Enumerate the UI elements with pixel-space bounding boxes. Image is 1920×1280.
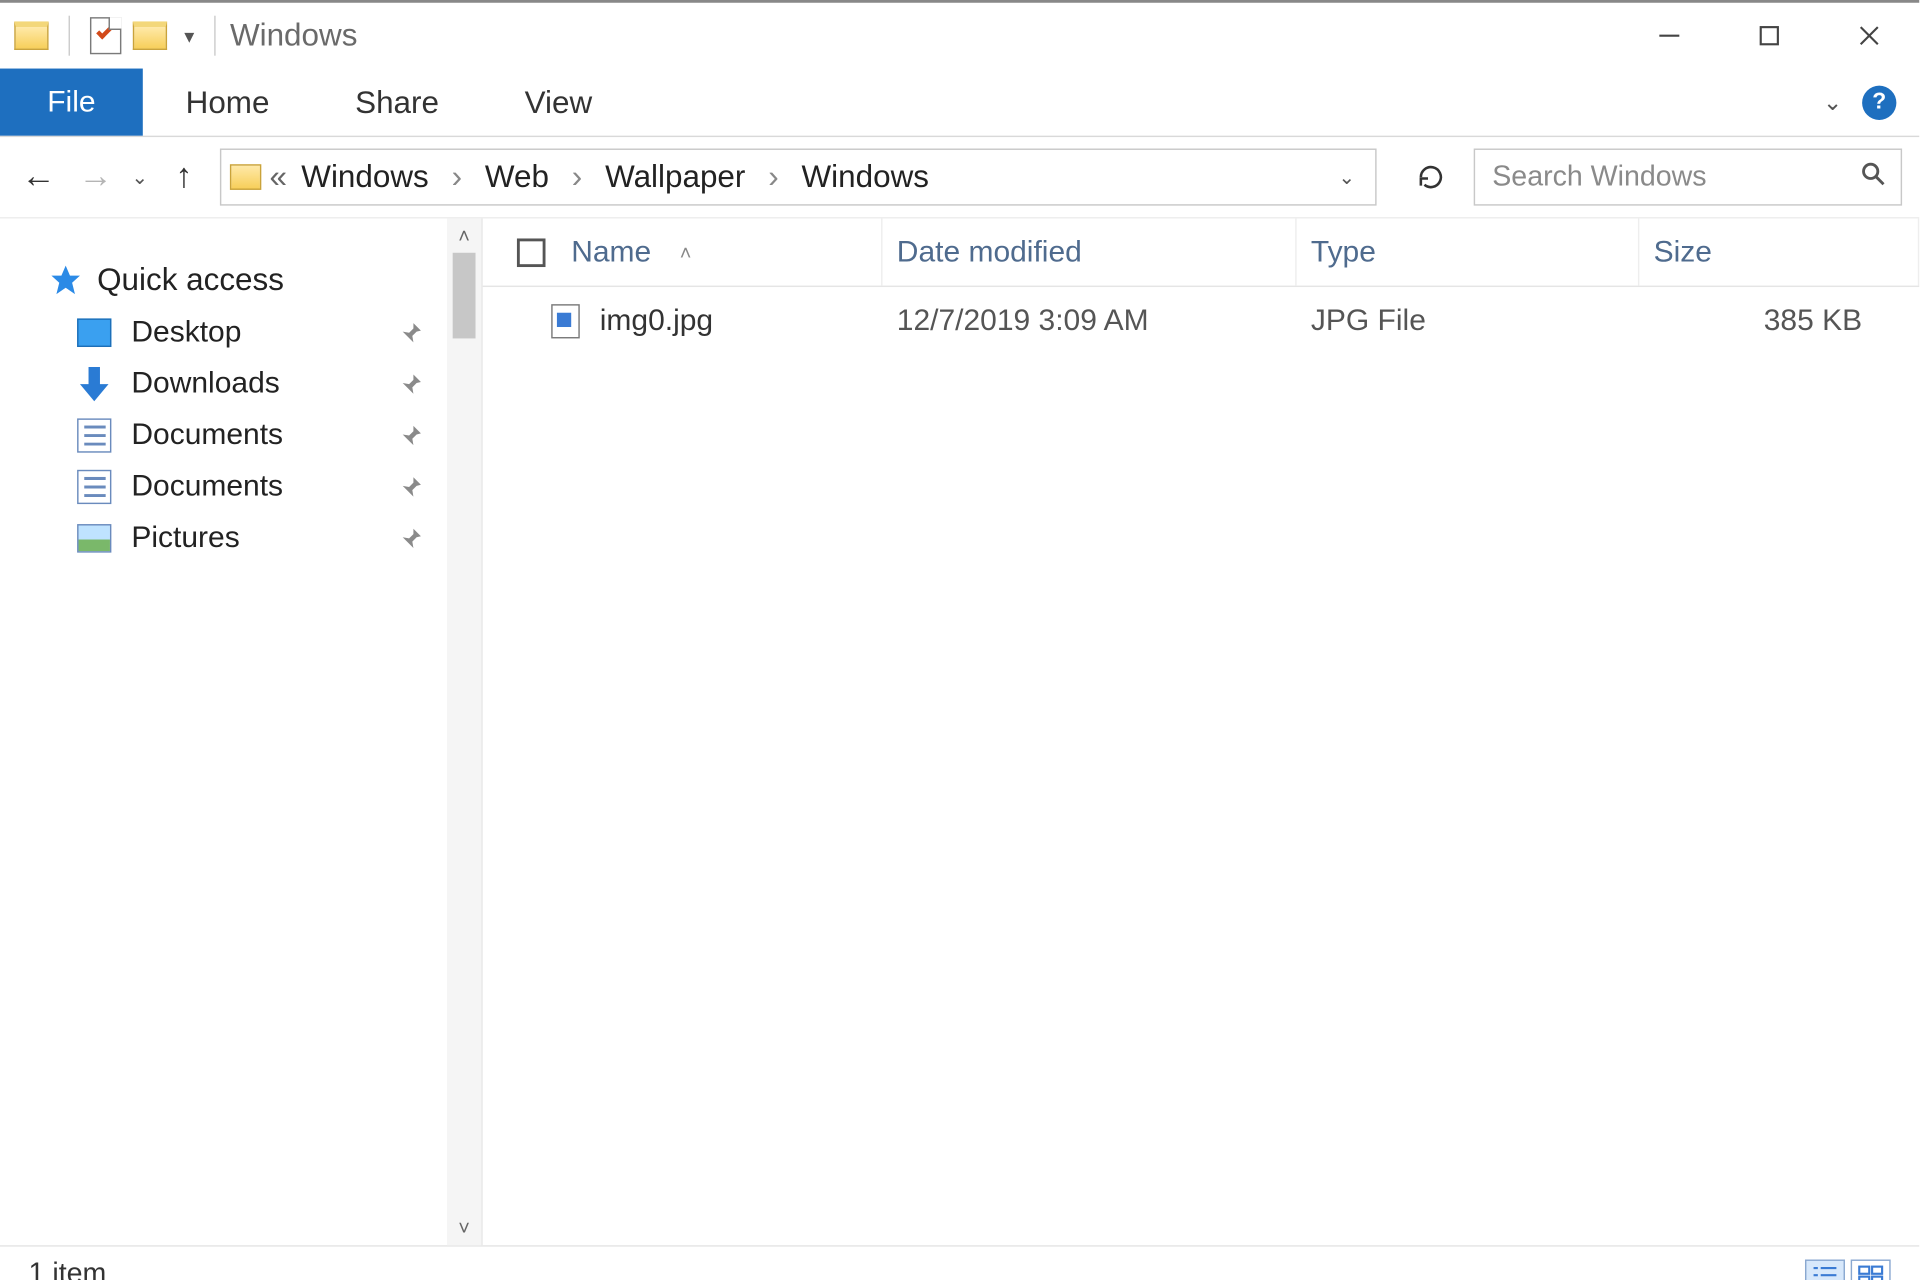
column-label: Size	[1654, 235, 1712, 269]
file-size: 385 KB	[1639, 304, 1919, 338]
separator	[214, 16, 215, 56]
sidebar-item-desktop[interactable]: Desktop	[0, 307, 481, 358]
ribbon: File Home Share View ⌄ ?	[0, 69, 1919, 138]
file-type: JPG File	[1297, 304, 1640, 338]
column-label: Date modified	[897, 235, 1082, 269]
column-header-size[interactable]: Size	[1639, 218, 1919, 285]
window-title: Windows	[230, 17, 357, 54]
sidebar-item-quick-access[interactable]: Quick access	[0, 253, 481, 307]
scroll-up-icon[interactable]: ˄	[458, 218, 470, 252]
breadcrumb-segment[interactable]: Web	[479, 159, 554, 196]
pin-icon	[398, 371, 424, 397]
separator	[69, 16, 70, 56]
quick-access-icon	[49, 263, 83, 297]
thumbnails-view-button[interactable]	[1851, 1259, 1891, 1280]
file-date: 12/7/2019 3:09 AM	[883, 304, 1297, 338]
chevron-right-icon[interactable]: ›	[563, 159, 591, 196]
sidebar-item-label: Quick access	[97, 261, 284, 298]
minimize-button[interactable]	[1619, 3, 1719, 69]
search-box[interactable]	[1474, 149, 1902, 206]
column-headers: Name ˄ Date modified Type Size	[483, 218, 1920, 287]
pictures-icon	[77, 524, 111, 553]
chevron-right-icon[interactable]: ›	[443, 159, 471, 196]
overflow-chevron-icon[interactable]: «	[270, 159, 287, 196]
qat-dropdown-icon[interactable]: ▾	[179, 24, 200, 48]
documents-icon	[77, 418, 111, 452]
quick-access-toolbar: ▾	[0, 16, 200, 56]
refresh-button[interactable]	[1402, 149, 1459, 206]
sidebar-item-downloads[interactable]: Downloads	[0, 358, 481, 409]
pin-icon	[398, 474, 424, 500]
column-label: Type	[1311, 235, 1376, 269]
sidebar-item-label: Documents	[131, 418, 283, 452]
scrollbar-thumb[interactable]	[453, 253, 476, 339]
column-header-date[interactable]: Date modified	[883, 218, 1297, 285]
column-label: Name	[571, 235, 651, 269]
new-folder-icon[interactable]	[133, 21, 167, 50]
search-input[interactable]	[1489, 159, 1803, 195]
history-dropdown-icon[interactable]: ⌄	[131, 165, 148, 189]
sort-asc-icon: ˄	[680, 241, 692, 264]
up-button[interactable]: ↑	[162, 157, 205, 197]
documents-icon	[77, 470, 111, 504]
close-button[interactable]	[1819, 3, 1919, 69]
sidebar-item-documents[interactable]: Documents	[0, 461, 481, 512]
chevron-right-icon[interactable]: ›	[760, 159, 788, 196]
file-list: Name ˄ Date modified Type Size img0.jpg	[483, 218, 1920, 1245]
properties-icon[interactable]	[90, 17, 121, 54]
image-file-icon	[551, 304, 580, 338]
tab-share[interactable]: Share	[312, 69, 482, 136]
pin-icon	[398, 423, 424, 449]
breadcrumb-segment[interactable]: Windows	[296, 159, 435, 196]
breadcrumb-segment[interactable]: Wallpaper	[599, 159, 751, 196]
sidebar-item-pictures[interactable]: Pictures	[0, 513, 481, 564]
sidebar-item-label: Pictures	[131, 521, 239, 555]
tab-home[interactable]: Home	[143, 69, 312, 136]
file-name: img0.jpg	[600, 304, 713, 338]
sidebar-item-label: Documents	[131, 470, 283, 504]
downloads-icon	[77, 370, 111, 399]
address-bar[interactable]: « Windows › Web › Wallpaper › Windows ⌄	[220, 149, 1377, 206]
pin-icon	[398, 320, 424, 346]
desktop-icon	[77, 318, 111, 347]
status-text: 1 item	[29, 1258, 107, 1280]
column-header-name[interactable]: Name ˄	[483, 218, 883, 285]
maximize-button[interactable]	[1719, 3, 1819, 69]
file-tab[interactable]: File	[0, 69, 143, 136]
tab-view[interactable]: View	[482, 69, 635, 136]
pin-icon	[398, 526, 424, 552]
help-icon[interactable]: ?	[1862, 85, 1896, 119]
navigation-bar: ← → ⌄ ↑ « Windows › Web › Wallpaper › Wi…	[0, 137, 1919, 217]
folder-icon	[230, 164, 261, 190]
file-row[interactable]: img0.jpg 12/7/2019 3:09 AM JPG File 385 …	[483, 287, 1920, 356]
status-bar: 1 item	[0, 1245, 1919, 1280]
sidebar-item-label: Downloads	[131, 367, 279, 401]
breadcrumb-segment[interactable]: Windows	[796, 159, 935, 196]
address-dropdown-icon[interactable]: ⌄	[1327, 165, 1367, 189]
sidebar-scrollbar[interactable]: ˄ ˅	[447, 218, 481, 1245]
column-header-type[interactable]: Type	[1297, 218, 1640, 285]
sidebar-item-documents[interactable]: Documents	[0, 410, 481, 461]
app-folder-icon	[14, 21, 48, 50]
titlebar: ▾ Windows	[0, 3, 1919, 69]
search-icon[interactable]	[1861, 159, 1887, 196]
scroll-down-icon[interactable]: ˅	[458, 1211, 470, 1245]
select-all-checkbox[interactable]	[517, 238, 546, 267]
back-button[interactable]: ←	[17, 157, 60, 197]
ribbon-collapse-icon[interactable]: ⌄	[1823, 88, 1842, 117]
sidebar-item-label: Desktop	[131, 316, 241, 350]
forward-button[interactable]: →	[74, 157, 117, 197]
navigation-pane: Quick access Desktop Downloads Documents…	[0, 218, 483, 1245]
details-view-button[interactable]	[1805, 1259, 1845, 1280]
